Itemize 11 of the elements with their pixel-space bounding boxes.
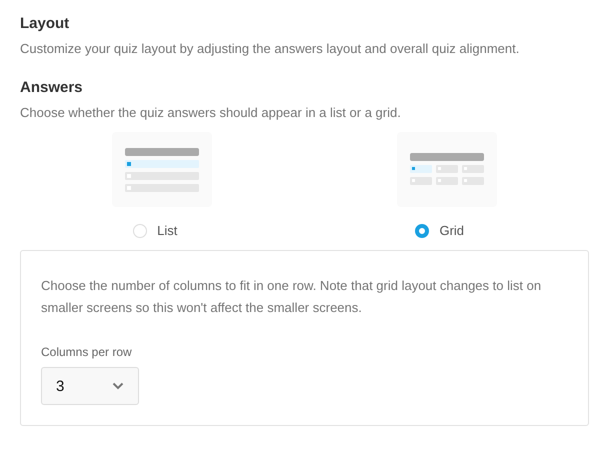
answers-description: Choose whether the quiz answers should appear in a list or a grid. <box>20 104 402 122</box>
radio-label[interactable]: Grid <box>439 223 464 238</box>
field-label: Columns per row <box>41 345 133 359</box>
section-description: Customize your quiz layout by adjusting the answers layout and overall quiz alignment. <box>20 40 520 58</box>
grid-note: Choose the number of columns to fit in one row. Note that grid layout changes to list on smaller screens so this won't affect the smaller screens. <box>41 277 542 317</box>
columns-dropdown[interactable]: 3 <box>41 367 139 405</box>
chevron-down-icon <box>112 382 124 390</box>
radio-button[interactable] <box>415 224 430 238</box>
answers-title: Answers <box>20 78 84 98</box>
radio-label[interactable]: List <box>157 223 178 238</box>
section-title: Layout <box>20 14 70 34</box>
